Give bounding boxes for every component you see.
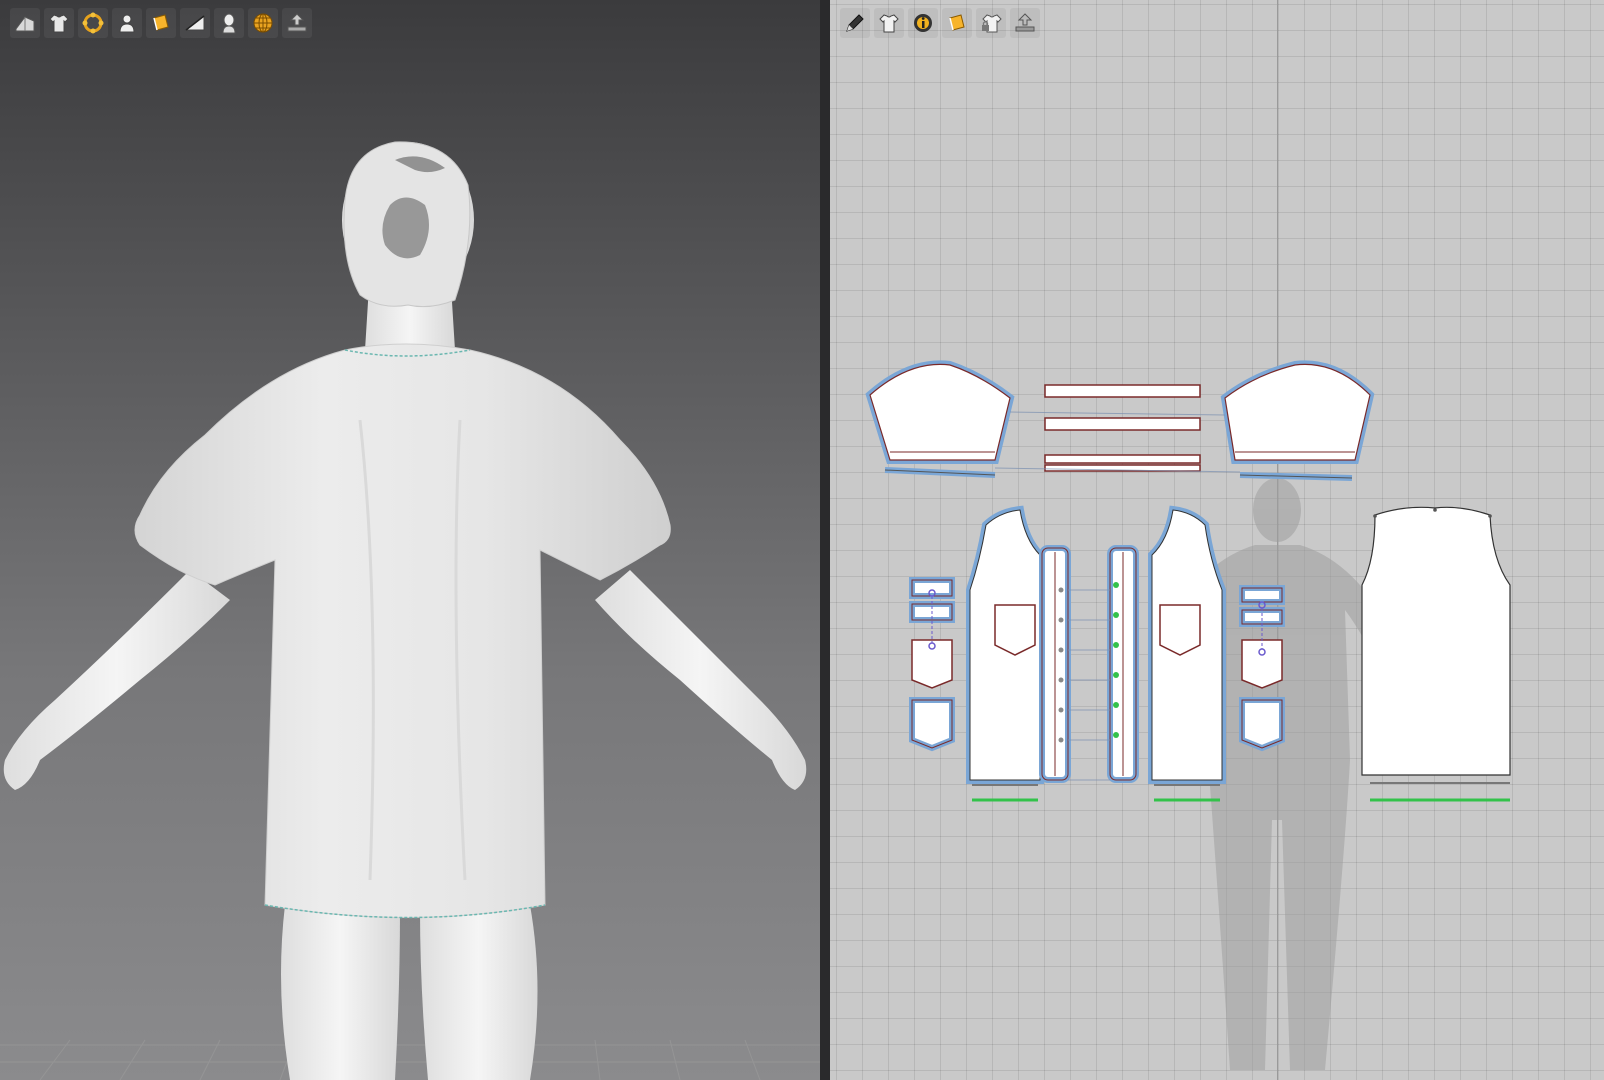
3d-viewport[interactable] <box>0 0 820 1080</box>
shirt-visibility-2d-button[interactable] <box>874 8 904 38</box>
avatar-legs <box>281 905 538 1080</box>
export-icon <box>1015 13 1035 32</box>
pattern-front-left[interactable] <box>966 505 1044 802</box>
pattern-pockets-right[interactable] <box>1239 585 1285 752</box>
pattern-back[interactable] <box>1361 506 1511 802</box>
2d-toolbar <box>840 8 1040 38</box>
pattern-front-right[interactable] <box>1148 505 1226 802</box>
avatar-scene <box>0 141 820 1080</box>
avatar-head <box>342 141 474 308</box>
lock-garment-button[interactable] <box>976 8 1006 38</box>
info-button[interactable] <box>908 8 938 38</box>
pen-edit-icon <box>846 14 864 32</box>
pattern-sleeve-left[interactable] <box>865 360 1015 478</box>
texture-icon <box>949 14 965 31</box>
pattern-scene <box>865 360 1511 1070</box>
info-icon <box>914 14 932 32</box>
pattern-sleeve-right[interactable] <box>1220 360 1375 481</box>
shirt-visibility-icon <box>879 14 899 33</box>
lock-garment-icon <box>982 14 1002 33</box>
export-2d-button[interactable] <box>1010 8 1040 38</box>
pattern-placket-left[interactable] <box>1039 545 1071 783</box>
pen-edit-button[interactable] <box>840 8 870 38</box>
viewport-divider[interactable] <box>820 0 830 1080</box>
shirt-back <box>134 343 671 919</box>
pattern-placket-right[interactable] <box>1107 545 1139 783</box>
pattern-bands[interactable] <box>1044 384 1201 472</box>
2d-pattern-viewport[interactable] <box>830 0 1604 1080</box>
floor-grid <box>0 1039 820 1080</box>
placket-links <box>1068 589 1110 781</box>
pattern-pockets-left[interactable] <box>909 577 955 752</box>
texture-2d-button[interactable] <box>942 8 972 38</box>
